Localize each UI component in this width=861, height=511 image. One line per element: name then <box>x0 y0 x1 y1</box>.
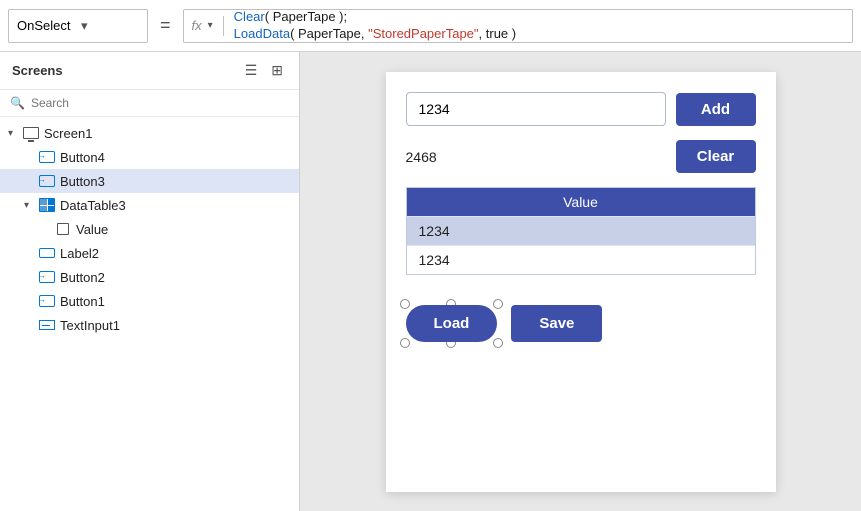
sidebar-header: Screens ☰ ⊞ <box>0 52 299 90</box>
table-rows: 12341234 <box>407 216 755 274</box>
fx-chevron-icon: ▾ <box>208 20 213 31</box>
tree-item-label: Button2 <box>60 270 105 285</box>
screen-icon <box>22 124 40 142</box>
table-row: 1234 <box>407 216 755 245</box>
list-view-icon[interactable]: ☰ <box>241 60 262 81</box>
table-icon <box>38 196 56 214</box>
load-button-wrapper: Load <box>406 305 498 342</box>
input-add-row: Add <box>406 92 756 126</box>
table-row: 1234 <box>407 245 755 274</box>
sidebar-item-button3[interactable]: Button3 <box>0 169 299 193</box>
sidebar-item-button4[interactable]: Button4 <box>0 145 299 169</box>
checkbox-icon <box>54 220 72 238</box>
search-icon: 🔍 <box>10 96 25 110</box>
formula-text: Clear( PaperTape ); LoadData( PaperTape,… <box>234 9 516 43</box>
sidebar-title: Screens <box>12 63 63 78</box>
load-save-row: Load Save <box>406 305 756 342</box>
equals-icon: = <box>156 15 175 36</box>
sidebar-item-datatable3[interactable]: DataTable3 <box>0 193 299 217</box>
sum-label: 2468 <box>406 149 437 165</box>
grid-view-icon[interactable]: ⊞ <box>267 60 287 81</box>
tree-item-label: Button3 <box>60 174 105 189</box>
handle-br <box>493 338 503 348</box>
handle-bl <box>400 338 410 348</box>
event-dropdown-label: OnSelect <box>17 18 75 33</box>
tree-item-label: TextInput1 <box>60 318 120 333</box>
label-clear-row: 2468 Clear <box>406 140 756 173</box>
sidebar-item-label2[interactable]: Label2 <box>0 241 299 265</box>
fx-label: fx <box>192 18 202 33</box>
tree-item-label: DataTable3 <box>60 198 126 213</box>
clear-button[interactable]: Clear <box>676 140 756 173</box>
sidebar-item-value[interactable]: Value <box>0 217 299 241</box>
number-input[interactable] <box>406 92 666 126</box>
save-button[interactable]: Save <box>511 305 602 342</box>
sidebar-toolbar: ☰ ⊞ <box>241 60 287 81</box>
textinput-icon <box>38 316 56 334</box>
load-button[interactable]: Load <box>406 305 498 342</box>
data-table-header: Value <box>407 188 755 216</box>
button-icon <box>38 148 56 166</box>
button-icon <box>38 172 56 190</box>
handle-tr <box>493 299 503 309</box>
sidebar: Screens ☰ ⊞ 🔍 Screen1 Button4 Button3 DataT… <box>0 52 300 511</box>
sidebar-item-button1[interactable]: Button1 <box>0 289 299 313</box>
button-icon <box>38 268 56 286</box>
toolbar: OnSelect ▾ = fx ▾ Clear( PaperTape ); Lo… <box>0 0 861 52</box>
canvas-area: Add 2468 Clear Value 12341234 <box>300 52 861 511</box>
chevron-icon <box>24 200 38 211</box>
dropdown-arrow-icon: ▾ <box>81 18 139 34</box>
tree-item-label: Value <box>76 222 108 237</box>
chevron-icon <box>8 128 22 139</box>
event-dropdown[interactable]: OnSelect ▾ <box>8 9 148 43</box>
formula-bar[interactable]: fx ▾ Clear( PaperTape ); LoadData( Paper… <box>183 9 853 43</box>
tree-view: Screen1 Button4 Button3 DataTable3 Value Labe… <box>0 117 299 511</box>
tree-item-label: Label2 <box>60 246 99 261</box>
app-preview: Add 2468 Clear Value 12341234 <box>386 72 776 492</box>
formula-divider <box>223 16 224 36</box>
handle-tl <box>400 299 410 309</box>
tree-item-label: Screen1 <box>44 126 92 141</box>
button-icon <box>38 292 56 310</box>
main-layout: Screens ☰ ⊞ 🔍 Screen1 Button4 Button3 DataT… <box>0 52 861 511</box>
add-button[interactable]: Add <box>676 93 756 126</box>
data-table: Value 12341234 <box>406 187 756 275</box>
sidebar-item-button2[interactable]: Button2 <box>0 265 299 289</box>
tree-item-label: Button4 <box>60 150 105 165</box>
sidebar-item-screen1[interactable]: Screen1 <box>0 121 299 145</box>
sidebar-item-textinput1[interactable]: TextInput1 <box>0 313 299 337</box>
search-input[interactable] <box>31 96 289 110</box>
label-icon <box>38 244 56 262</box>
search-box: 🔍 <box>0 90 299 117</box>
tree-item-label: Button1 <box>60 294 105 309</box>
